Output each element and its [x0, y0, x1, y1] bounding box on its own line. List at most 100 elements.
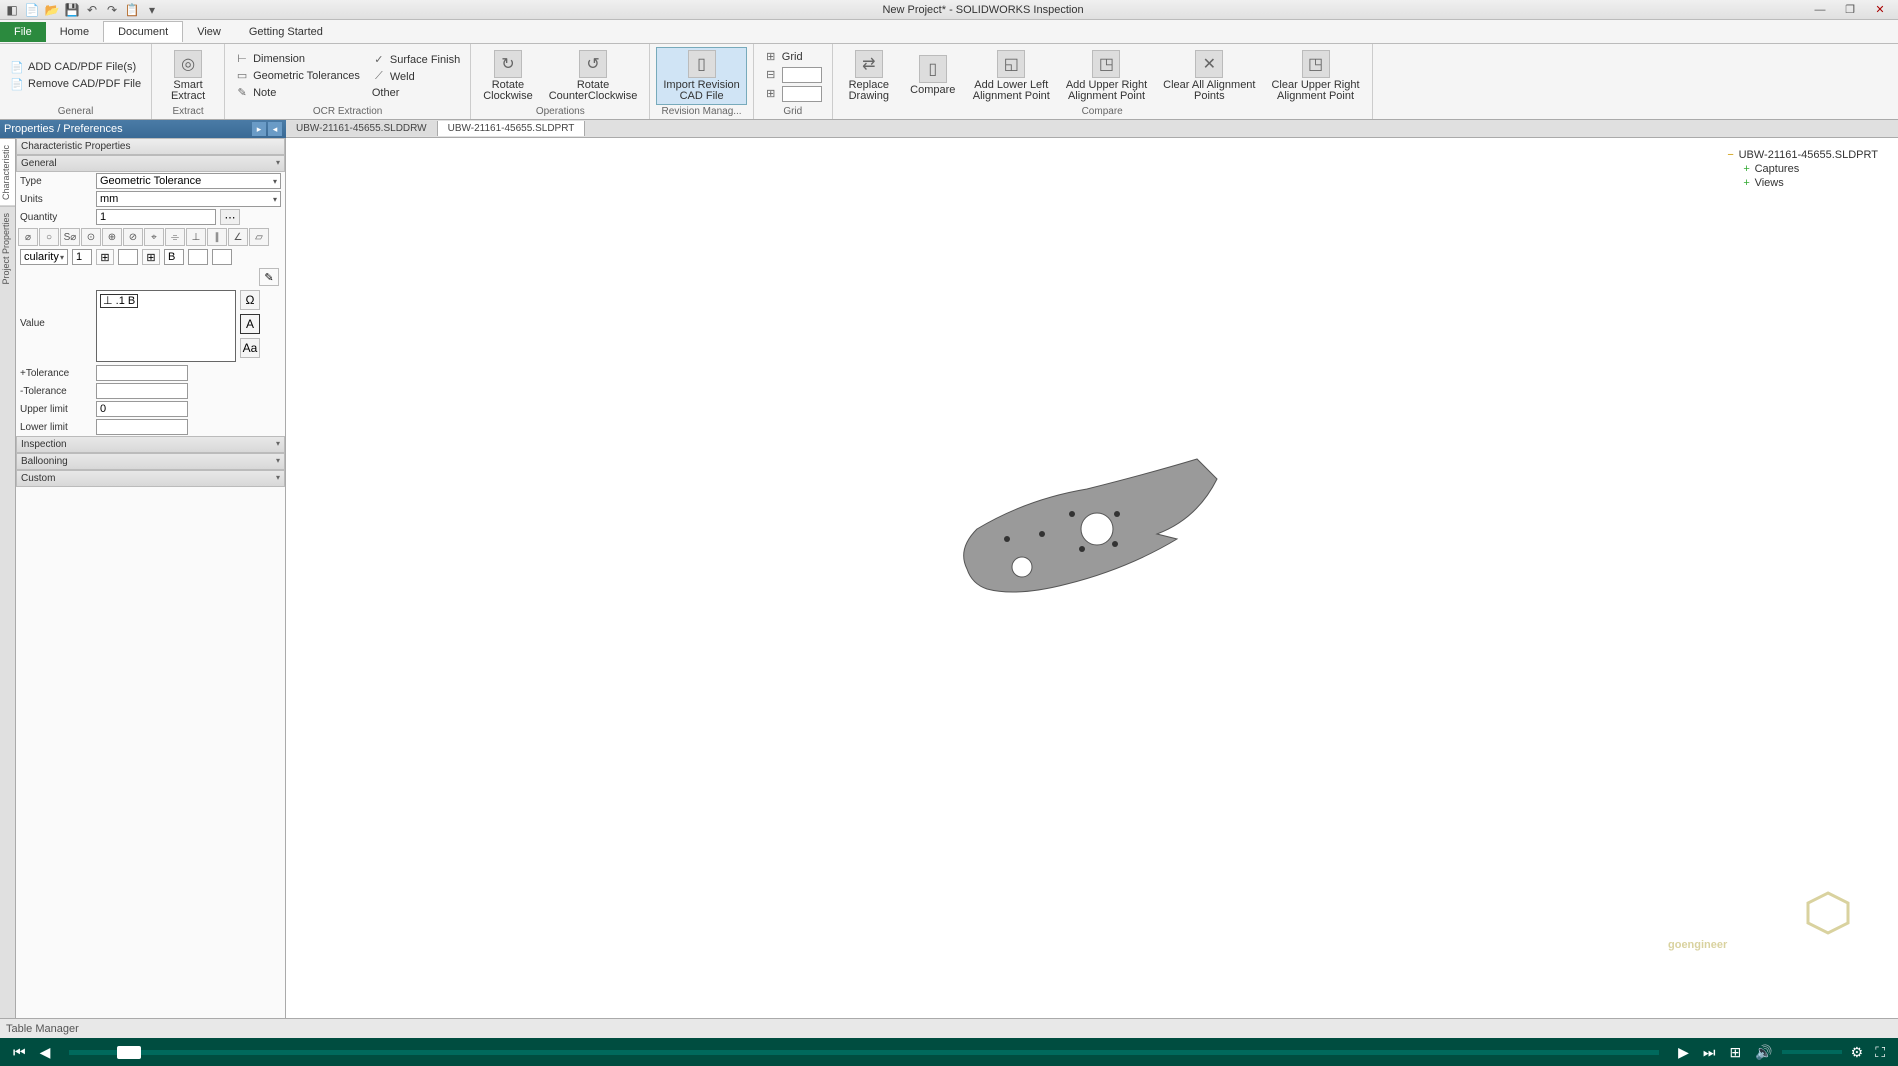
gdt-icon-5[interactable]: ⊕ — [102, 228, 122, 246]
datum-5-input[interactable] — [212, 249, 232, 265]
quantity-input[interactable]: 1 — [96, 209, 216, 225]
section-inspection[interactable]: Inspection — [16, 436, 285, 453]
skip-fwd-button[interactable]: ⏭ — [1700, 1044, 1719, 1061]
add-ur-button[interactable]: ◳Add Upper Right Alignment Point — [1060, 48, 1153, 104]
clear-ur-button[interactable]: ◳Clear Upper Right Alignment Point — [1265, 48, 1365, 104]
lower-limit-input[interactable] — [96, 419, 188, 435]
sidetab-characteristic[interactable]: Characteristic — [0, 138, 15, 206]
datum-1-input[interactable]: 1 — [72, 249, 92, 265]
other-button[interactable]: Other — [368, 86, 464, 100]
datum-3-input[interactable]: B — [164, 249, 184, 265]
seek-track[interactable] — [69, 1050, 1659, 1055]
close-button[interactable]: ✕ — [1866, 2, 1894, 18]
section-general[interactable]: General — [16, 155, 285, 172]
collapse-icon[interactable]: − — [1726, 150, 1736, 160]
skip-back-button[interactable]: ⏮ — [10, 1044, 29, 1061]
case-button[interactable]: Aa — [240, 338, 260, 358]
dimension-button[interactable]: ⊢Dimension — [231, 51, 364, 67]
settings-icon[interactable]: ⚙ — [1848, 1044, 1867, 1061]
add-cad-button[interactable]: 📄ADD CAD/PDF File(s) — [6, 59, 145, 75]
units-combo[interactable]: mm — [96, 191, 281, 207]
tree-root[interactable]: −UBW-21161-45655.SLDPRT — [1726, 148, 1878, 162]
seek-thumb[interactable] — [117, 1046, 141, 1059]
gdt-icon-6[interactable]: ⊘ — [123, 228, 143, 246]
geom-tol-button[interactable]: ▭Geometric Tolerances — [231, 68, 364, 84]
value-textarea[interactable]: ⊥ .1 B — [96, 290, 236, 362]
type-combo[interactable]: Geometric Tolerance — [96, 173, 281, 189]
remove-cad-button[interactable]: 📄Remove CAD/PDF File — [6, 76, 145, 92]
prev-button[interactable]: ◀ — [37, 1044, 54, 1061]
datum-2-input[interactable] — [118, 249, 138, 265]
open-icon[interactable]: 📂 — [44, 2, 60, 18]
paste-icon[interactable]: 📋 — [124, 2, 140, 18]
doc-tab-1[interactable]: UBW-21161-45655.SLDDRW — [286, 121, 438, 136]
tab-view[interactable]: View — [183, 22, 235, 42]
gdt-icon-8[interactable]: ⌯ — [165, 228, 185, 246]
doc-tab-2[interactable]: UBW-21161-45655.SLDPRT — [438, 121, 586, 136]
tree-views[interactable]: +Views — [1726, 176, 1878, 190]
rotate-cw-button[interactable]: ↻Rotate Clockwise — [477, 48, 539, 104]
new-icon[interactable]: 📄 — [24, 2, 40, 18]
tab-home[interactable]: Home — [46, 22, 103, 42]
gdt-icon-2[interactable]: ○ — [39, 228, 59, 246]
omega-button[interactable]: Ω — [240, 290, 260, 310]
redo-icon[interactable]: ↷ — [104, 2, 120, 18]
volume-slider[interactable] — [1782, 1050, 1842, 1054]
cularity-combo[interactable]: cularity — [20, 249, 68, 265]
type-value: Geometric Tolerance — [100, 175, 201, 187]
panel-tab-2[interactable]: ◂ — [268, 122, 282, 136]
rotate-cw-label: Rotate Clockwise — [483, 80, 533, 102]
tab-getting-started[interactable]: Getting Started — [235, 22, 337, 42]
tab-file[interactable]: File — [0, 22, 46, 42]
expand-icon-2[interactable]: + — [1742, 178, 1752, 188]
minimize-button[interactable]: — — [1806, 2, 1834, 18]
grid-button[interactable]: ⊞Grid — [760, 49, 826, 65]
panel-tab-1[interactable]: ▸ — [252, 122, 266, 136]
gdt-icon-11[interactable]: ∠ — [228, 228, 248, 246]
grid-view-button[interactable]: ⊞ — [1726, 1044, 1744, 1061]
viewport-3d[interactable]: −UBW-21161-45655.SLDPRT +Captures +Views… — [286, 138, 1898, 1018]
undo-icon[interactable]: ↶ — [84, 2, 100, 18]
gdt-icon-3[interactable]: S⌀ — [60, 228, 80, 246]
add-ll-button[interactable]: ◱Add Lower Left Alignment Point — [967, 48, 1056, 104]
minus-tol-input[interactable] — [96, 383, 188, 399]
datum-btn-2[interactable]: ⊞ — [142, 249, 160, 265]
note-button[interactable]: ✎Note — [231, 85, 364, 101]
plus-tol-input[interactable] — [96, 365, 188, 381]
clear-all-button[interactable]: ✕Clear All Alignment Points — [1157, 48, 1261, 104]
tree-captures[interactable]: +Captures — [1726, 162, 1878, 176]
compare-button[interactable]: ▯Compare — [903, 53, 963, 98]
qat-dropdown-icon[interactable]: ▾ — [144, 2, 160, 18]
quantity-extra-button[interactable]: ⋯ — [220, 209, 240, 225]
volume-icon[interactable]: 🔊 — [1752, 1044, 1775, 1061]
gdt-icon-12[interactable]: ▱ — [249, 228, 269, 246]
gdt-icon-4[interactable]: ⊙ — [81, 228, 101, 246]
datum-btn-1[interactable]: ⊞ — [96, 249, 114, 265]
datum-4-input[interactable] — [188, 249, 208, 265]
fullscreen-icon[interactable]: ⛶ — [1872, 1044, 1888, 1061]
gdt-icon-1[interactable]: ⌀ — [18, 228, 38, 246]
expand-icon[interactable]: + — [1742, 164, 1752, 174]
edit-button[interactable]: ✎ — [259, 268, 279, 286]
save-icon[interactable]: 💾 — [64, 2, 80, 18]
grid-rows-input[interactable] — [782, 67, 822, 83]
gdt-icon-10[interactable]: ∥ — [207, 228, 227, 246]
gdt-icon-9[interactable]: ⊥ — [186, 228, 206, 246]
upper-limit-input[interactable]: 0 — [96, 401, 188, 417]
maximize-button[interactable]: ❐ — [1836, 2, 1864, 18]
gdt-icon-7[interactable]: ⌖ — [144, 228, 164, 246]
section-ballooning[interactable]: Ballooning — [16, 453, 285, 470]
grid-cols-input[interactable] — [782, 86, 822, 102]
section-custom[interactable]: Custom — [16, 470, 285, 487]
sidetab-project-properties[interactable]: Project Properties — [0, 206, 15, 291]
surface-finish-button[interactable]: ✓Surface Finish — [368, 52, 464, 68]
replace-drawing-button[interactable]: ⇄Replace Drawing — [839, 48, 899, 104]
smart-extract-button[interactable]: ◎Smart Extract — [158, 48, 218, 104]
weld-button[interactable]: ⟋Weld — [368, 69, 464, 85]
tab-document[interactable]: Document — [103, 21, 183, 42]
rotate-ccw-button[interactable]: ↺Rotate CounterClockwise — [543, 48, 644, 104]
other-label: Other — [372, 87, 400, 99]
import-revision-button[interactable]: ▯Import Revision CAD File — [656, 47, 746, 105]
next-button[interactable]: ▶ — [1675, 1044, 1692, 1061]
font-button[interactable]: A — [240, 314, 260, 334]
